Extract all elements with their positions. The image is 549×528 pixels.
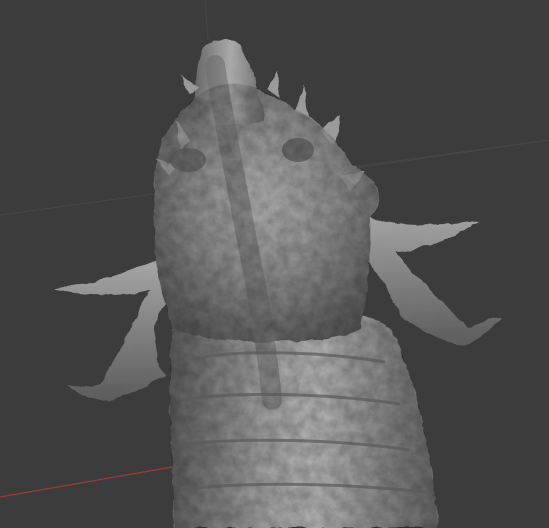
sculpt-surface-detail <box>153 83 438 528</box>
x-axis-line <box>0 465 179 498</box>
left-horn <box>55 260 168 401</box>
viewport-canvas[interactable] <box>0 0 549 528</box>
dragon-sculpt-model[interactable] <box>55 39 502 528</box>
3d-viewport[interactable] <box>0 0 549 528</box>
